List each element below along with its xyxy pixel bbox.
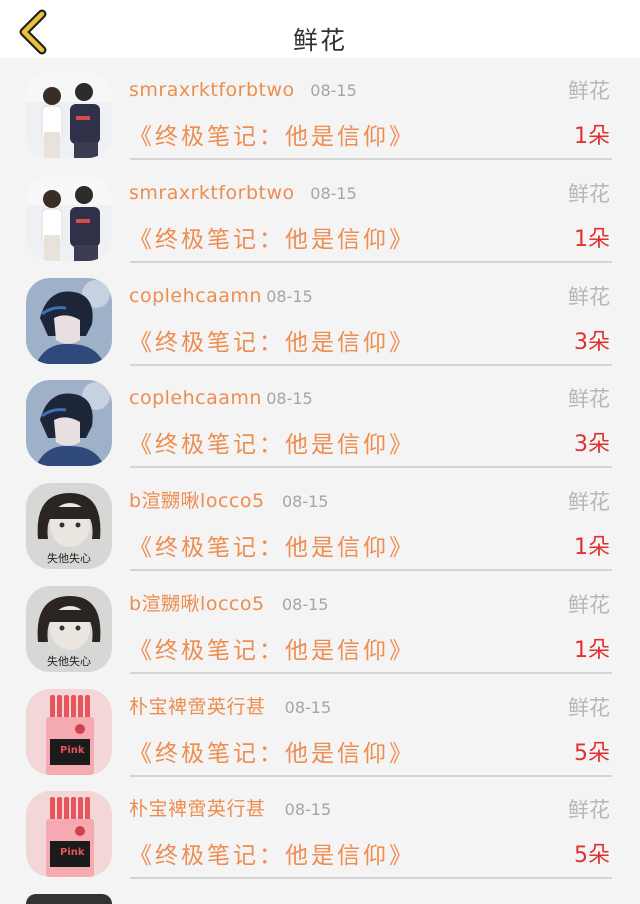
username[interactable]: 朴宝裨啻英行甚 [129, 693, 266, 721]
avatar[interactable] [26, 174, 112, 261]
gift-type-label: 鲜花 [568, 181, 610, 206]
girl-portrait-image: 失他失心 [26, 483, 112, 569]
book-title-link[interactable]: 《终极笔记：他是信仰》 [129, 224, 415, 256]
anime-boy-image [26, 277, 112, 364]
gift-type-label: 鲜花 [568, 798, 610, 823]
username[interactable]: smraxrktforbtwo [129, 76, 295, 104]
divider [130, 569, 612, 571]
list-item[interactable]: coplehcaamn 08-15 鲜花《终极笔记：他是信仰》 3朵 [0, 264, 640, 367]
username[interactable]: coplehcaamn [129, 384, 262, 412]
date-label: 08-15 [310, 183, 357, 203]
avatar-caption: Pink [60, 847, 85, 858]
gift-type-label: 鲜花 [568, 79, 610, 103]
couple-photo-image [26, 174, 112, 261]
username[interactable]: b渲嬲啾locco5 [129, 487, 265, 515]
list-item[interactable]: smraxrktforbtwo 08-15 鲜花《终极笔记：他是信仰》 1朵 [0, 58, 640, 161]
date-label: 08-15 [284, 800, 332, 820]
divider [130, 158, 612, 160]
avatar[interactable]: 失他失心 [26, 585, 112, 672]
date-label: 08-15 [281, 492, 329, 511]
divider [130, 774, 612, 777]
anime-boy-image [26, 380, 112, 467]
date-label: 08-15 [284, 697, 332, 717]
gift-type-label: 鲜花 [568, 284, 610, 309]
divider [130, 671, 612, 674]
book-title-link[interactable]: 《终极笔记：他是信仰》 [129, 635, 415, 667]
gift-type-label: 鲜花 [568, 695, 610, 720]
avatar[interactable] [26, 277, 112, 364]
divider [130, 466, 612, 469]
pink-box-image: Pink [26, 791, 112, 878]
list-item[interactable]: Pink 朴宝裨啻英行甚 08-15 鲜花《终极笔记：他是信仰》 5朵 [0, 777, 640, 880]
date-label: 08-15 [281, 594, 329, 614]
avatar[interactable]: Pink [26, 688, 112, 775]
username[interactable]: 朴宝裨啻英行甚 [129, 795, 266, 823]
next-row-avatar-peek [26, 894, 112, 904]
username[interactable]: smraxrktforbtwo [129, 179, 295, 207]
list-item[interactable]: coplehcaamn 08-15 鲜花《终极笔记：他是信仰》 3朵 [0, 366, 640, 469]
flower-count: 3朵 [574, 432, 610, 458]
pink-box-image: Pink [26, 688, 112, 775]
date-label: 08-15 [310, 81, 357, 100]
list-item[interactable]: Pink 朴宝裨啻英行甚 08-15 鲜花《终极笔记：他是信仰》 5朵 [0, 675, 640, 778]
book-title-link[interactable]: 《终极笔记：他是信仰》 [129, 840, 415, 872]
avatar-caption: 失他失心 [47, 655, 91, 668]
flower-count: 1朵 [574, 535, 610, 560]
flower-count: 3朵 [574, 329, 610, 355]
date-label: 08-15 [266, 389, 313, 409]
list-item[interactable]: 失他失心 b渲嬲啾locco5 08-15 鲜花《终极笔记：他是信仰》 1朵 [0, 469, 640, 572]
page-title: 鲜花 [292, 26, 347, 55]
book-title-link[interactable]: 《终极笔记：他是信仰》 [129, 738, 415, 770]
avatar[interactable]: Pink [26, 791, 112, 878]
gift-type-label: 鲜花 [568, 490, 610, 514]
top-bar: 鲜花 [0, 0, 640, 58]
book-title-link[interactable]: 《终极笔记：他是信仰》 [129, 429, 415, 461]
flower-count: 5朵 [574, 740, 610, 766]
flower-count: 1朵 [574, 124, 610, 149]
avatar[interactable] [26, 380, 112, 467]
gift-type-label: 鲜花 [568, 592, 610, 617]
girl-portrait-image: 失他失心 [26, 585, 112, 672]
list-item[interactable]: 失他失心 b渲嬲啾locco5 08-15 鲜花《终极笔记：他是信仰》 1朵 [0, 572, 640, 675]
date-label: 08-15 [266, 286, 313, 306]
divider [130, 877, 612, 880]
book-title-link[interactable]: 《终极笔记：他是信仰》 [129, 532, 415, 564]
gift-record-list: smraxrktforbtwo 08-15 鲜花 《终极笔记：他是信仰》 1朵 smra… [0, 58, 640, 880]
avatar-caption: 失他失心 [47, 552, 91, 565]
flower-count: 1朵 [574, 637, 610, 663]
book-title-link[interactable]: 《终极笔记：他是信仰》 [129, 327, 415, 359]
divider [130, 363, 612, 366]
list-item[interactable]: smraxrktforbtwo 08-15 鲜花《终极笔记：他是信仰》 1朵 [0, 161, 640, 264]
flower-count: 5朵 [574, 843, 610, 869]
username[interactable]: b渲嬲啾locco5 [129, 590, 265, 618]
username[interactable]: coplehcaamn [129, 282, 262, 310]
avatar[interactable] [26, 72, 112, 158]
avatar-caption: Pink [60, 745, 85, 756]
book-title-link[interactable]: 《终极笔记：他是信仰》 [129, 121, 415, 153]
gift-type-label: 鲜花 [568, 387, 610, 412]
flower-count: 1朵 [574, 226, 610, 252]
divider [130, 260, 612, 263]
couple-photo-image [26, 72, 112, 158]
avatar[interactable]: 失他失心 [26, 483, 112, 569]
